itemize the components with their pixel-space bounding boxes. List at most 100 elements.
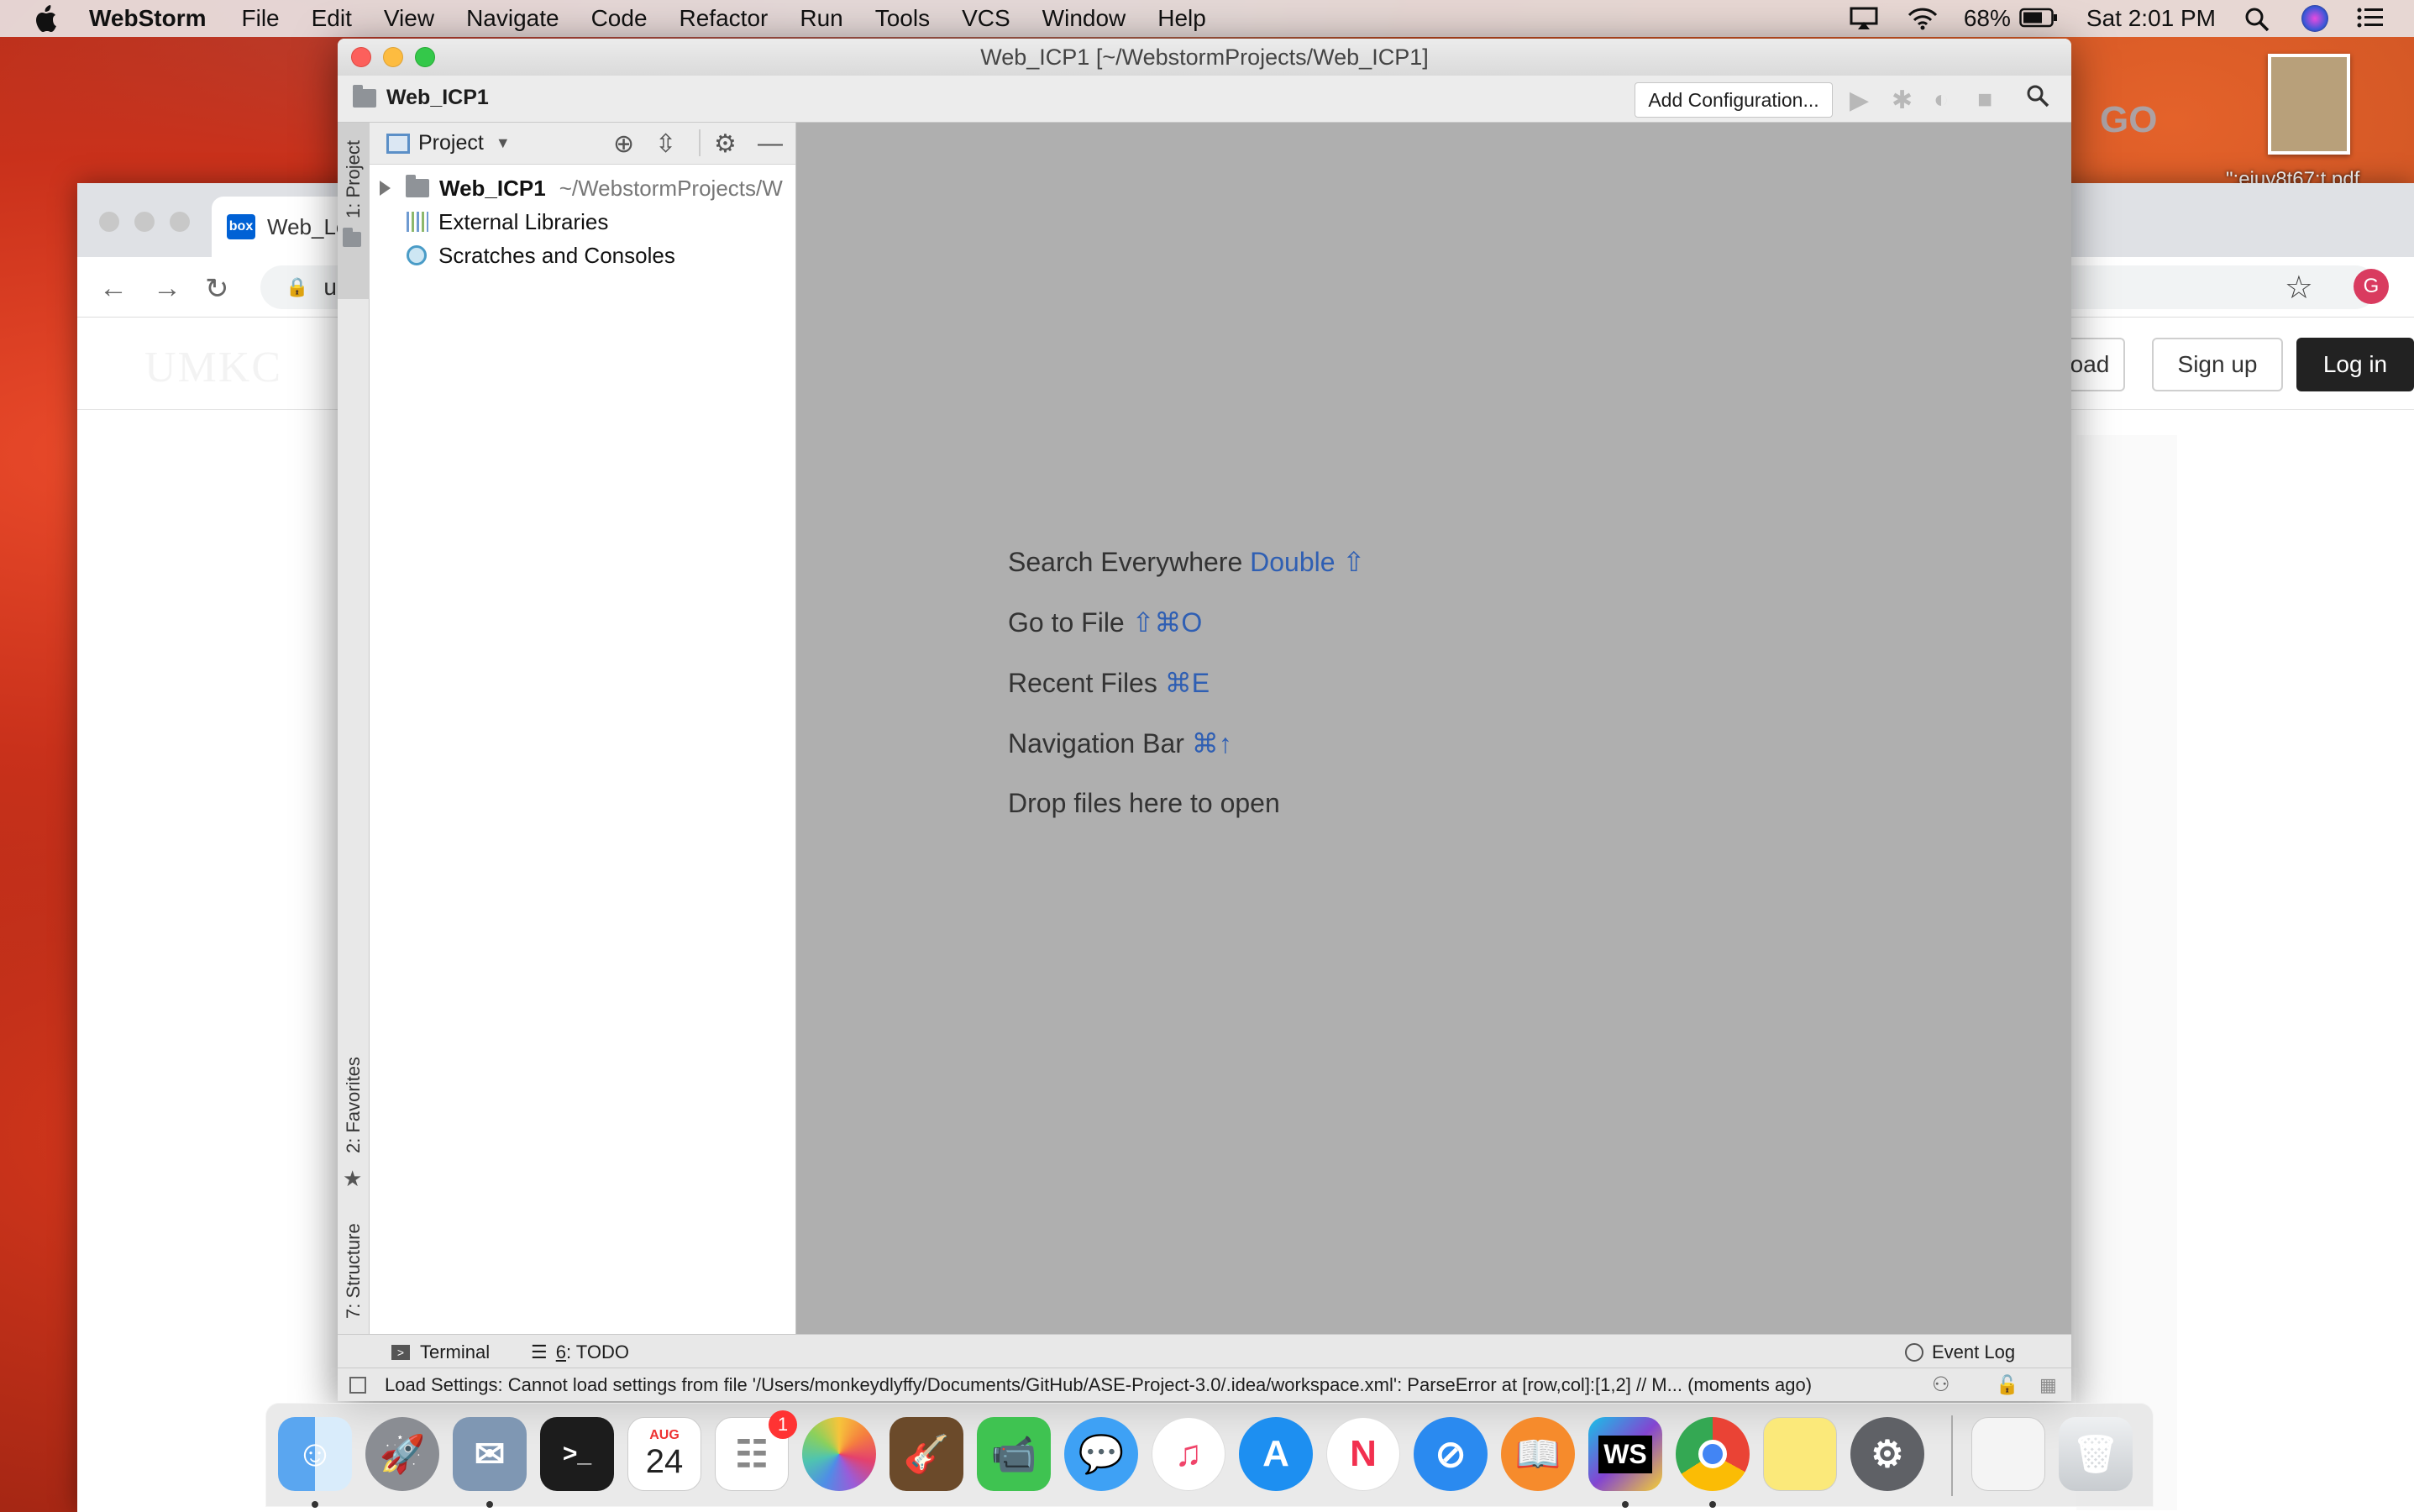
status-message[interactable]: Load Settings: Cannot load settings from… — [385, 1374, 1812, 1396]
hint-shortcut: ⌘E — [1164, 668, 1210, 698]
project-panel-header: Project ▼ ⊕ ⇳ ⚙ — — [370, 123, 795, 165]
airplay-icon[interactable] — [1850, 7, 1878, 30]
notes-icon[interactable] — [1763, 1417, 1837, 1491]
webstorm-dock-label: WS — [1598, 1435, 1652, 1473]
tree-root-path: ~/WebstormProjects/W — [559, 175, 783, 201]
run-icon[interactable]: ▶ — [1850, 86, 1869, 115]
menu-view[interactable]: View — [384, 5, 434, 32]
editor-area[interactable]: Search Everywhere Double ⇧ Go to File ⇧⌘… — [796, 123, 2071, 1334]
search-everywhere-icon[interactable] — [2026, 84, 2049, 114]
terminal-icon[interactable]: >_ — [540, 1417, 614, 1491]
menu-refactor[interactable]: Refactor — [680, 5, 769, 32]
hint-shortcut: Double ⇧ — [1250, 547, 1366, 577]
project-folder-icon — [343, 228, 361, 247]
project-tool-tab[interactable]: 1: Project — [338, 123, 370, 299]
chrome-zoom-button[interactable] — [170, 212, 190, 232]
books-icon[interactable]: 📖 — [1501, 1417, 1575, 1491]
lock-icon: 🔒 — [286, 276, 309, 297]
chrome-center — [1698, 1440, 1727, 1468]
menu-app-name[interactable]: WebStorm — [89, 5, 207, 32]
minimize-window-button[interactable] — [383, 47, 403, 67]
project-view-selector[interactable]: Project ▼ — [386, 131, 511, 155]
menu-window[interactable]: Window — [1042, 5, 1126, 32]
event-log-icon — [1905, 1343, 1923, 1362]
spotlight-search-icon[interactable] — [2244, 7, 2273, 32]
apple-icon[interactable] — [30, 3, 60, 34]
webstorm-dock-icon[interactable]: WS — [1588, 1417, 1662, 1491]
battery-icon[interactable] — [2019, 7, 2057, 30]
debug-icon[interactable]: ✱ — [1892, 86, 1913, 115]
chrome-icon[interactable] — [1676, 1417, 1750, 1491]
terminal-tool-tab[interactable]: > Terminal — [391, 1341, 490, 1363]
add-configuration-button[interactable]: Add Configuration... — [1635, 82, 1833, 118]
forward-arrow-icon[interactable]: → — [153, 272, 181, 305]
calendar-icon[interactable]: AUG 24 — [627, 1417, 701, 1491]
mail-icon[interactable]: ✉ — [453, 1417, 527, 1491]
close-window-button[interactable] — [351, 47, 371, 67]
tree-row-root[interactable]: Web_ICP1 ~/WebstormProjects/W — [380, 171, 783, 205]
event-log-tool-tab[interactable]: Event Log — [1905, 1341, 2015, 1363]
battery-percent[interactable]: 68% — [1964, 5, 2011, 32]
system-preferences-icon[interactable]: ⚙ — [1850, 1417, 1924, 1491]
wifi-icon[interactable] — [1907, 7, 1937, 30]
stop-icon[interactable]: ■ — [1977, 86, 1992, 114]
music-icon[interactable]: ♫ — [1152, 1417, 1225, 1491]
finder-icon[interactable]: ☺ — [278, 1417, 352, 1491]
profile-avatar[interactable]: G — [2354, 269, 2389, 304]
favorites-tool-tab[interactable]: 2: Favorites — [338, 1047, 370, 1164]
app-store-icon[interactable]: A — [1239, 1417, 1313, 1491]
trash-icon[interactable]: 🗑 — [2059, 1417, 2133, 1491]
tree-row-scratches[interactable]: Scratches and Consoles — [407, 239, 675, 272]
favorites-star-icon: ★ — [343, 1166, 363, 1191]
pdf-file-thumbnail[interactable] — [2268, 54, 2350, 155]
photos-icon[interactable] — [802, 1417, 876, 1491]
menu-tools[interactable]: Tools — [875, 5, 930, 32]
menu-navigate[interactable]: Navigate — [466, 5, 559, 32]
siri-icon[interactable] — [2301, 5, 2328, 32]
garageband-icon[interactable]: 🎸 — [890, 1417, 963, 1491]
chrome-minimize-button[interactable] — [134, 212, 155, 232]
collapse-all-icon[interactable]: ⇳ — [655, 129, 676, 159]
todo-tool-tab[interactable]: ☰ 6 : TODO — [531, 1341, 629, 1363]
safari-icon[interactable]: ⊘ — [1414, 1417, 1488, 1491]
sign-up-button[interactable]: Sign up — [2152, 338, 2283, 391]
hint-text: Go to File — [1008, 607, 1125, 638]
gear-icon[interactable]: ⚙ — [714, 129, 737, 159]
inspection-icon[interactable]: ⚇ — [1932, 1373, 1950, 1397]
lock-icon[interactable]: 🔓 — [1996, 1374, 2018, 1396]
menu-help[interactable]: Help — [1157, 5, 1206, 32]
facetime-icon[interactable]: 📹 — [977, 1417, 1051, 1491]
chrome-close-button[interactable] — [99, 212, 119, 232]
hint-text: Search Everywhere — [1008, 547, 1243, 577]
menu-vcs[interactable]: VCS — [962, 5, 1010, 32]
scratches-icon — [407, 245, 427, 265]
menu-clock[interactable]: Sat 2:01 PM — [2086, 5, 2216, 32]
menu-code[interactable]: Code — [591, 5, 648, 32]
back-arrow-icon[interactable]: ← — [99, 272, 128, 305]
breadcrumb[interactable]: Web_ICP1 — [353, 84, 489, 110]
launchpad-icon[interactable]: 🚀 — [365, 1417, 439, 1491]
reload-icon[interactable]: ↻ — [205, 272, 229, 306]
umkc-logo[interactable]: UMKC — [144, 343, 282, 392]
downloads-stack-icon[interactable] — [1971, 1417, 2045, 1491]
menu-edit[interactable]: Edit — [312, 5, 352, 32]
bookmark-star-icon[interactable]: ☆ — [2285, 269, 2313, 307]
expand-arrow-icon[interactable] — [380, 181, 391, 196]
ide-window-title: Web_ICP1 [~/WebstormProjects/Web_ICP1] — [980, 44, 1429, 70]
running-indicator — [1622, 1501, 1629, 1508]
menu-file[interactable]: File — [242, 5, 280, 32]
list-icon: ☰ — [531, 1341, 548, 1362]
notification-center-icon[interactable] — [2357, 7, 2385, 30]
menu-run[interactable]: Run — [800, 5, 842, 32]
zoom-window-button[interactable] — [415, 47, 435, 67]
status-toggle-icon[interactable] — [349, 1376, 366, 1394]
memory-indicator-icon[interactable]: ▦ — [2039, 1374, 2057, 1396]
news-icon[interactable]: N — [1326, 1417, 1400, 1491]
coverage-icon[interactable]: ◐ — [1934, 86, 1949, 114]
messages-icon[interactable]: 💬 — [1064, 1417, 1138, 1491]
locate-crosshair-icon[interactable]: ⊕ — [613, 129, 634, 159]
tree-row-external-libraries[interactable]: External Libraries — [407, 205, 608, 239]
log-in-button[interactable]: Log in — [2296, 338, 2414, 391]
structure-tool-tab[interactable]: 7: Structure — [338, 1218, 370, 1324]
hide-panel-icon[interactable]: — — [758, 129, 783, 158]
